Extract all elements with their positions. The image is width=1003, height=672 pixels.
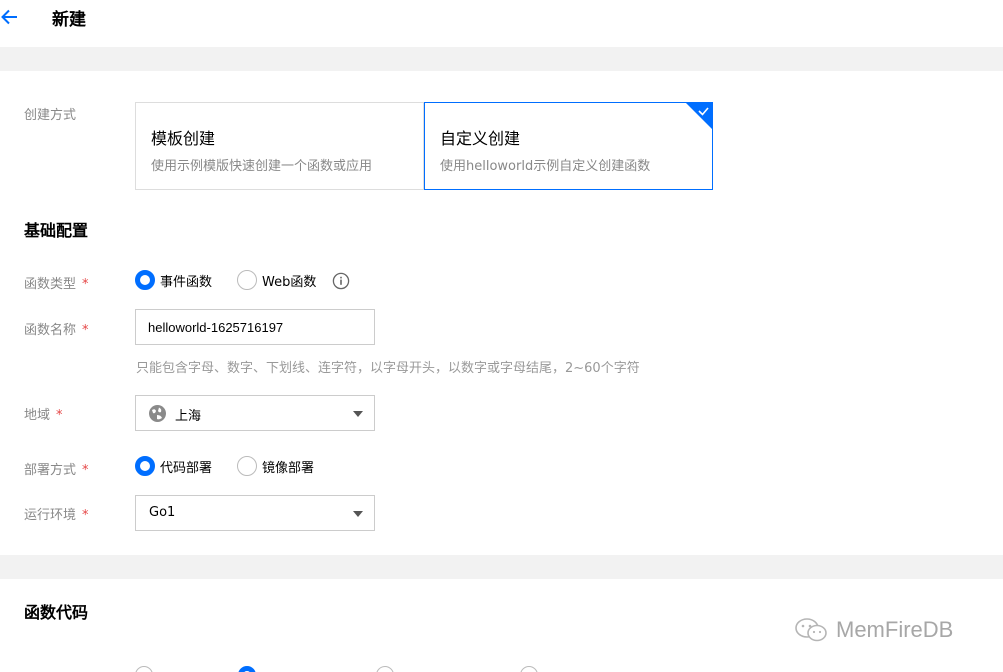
code-option-radio[interactable]: [135, 666, 153, 672]
wechat-icon: [795, 618, 827, 642]
required-mark: *: [82, 277, 89, 292]
basic-config-title: 基础配置: [24, 221, 89, 240]
selected-check-icon: [686, 103, 712, 129]
radio-indicator: [135, 456, 155, 476]
caret-down-icon: [353, 511, 363, 517]
field-label-text: 部署方式: [24, 463, 77, 478]
field-label-text: 运行环境: [24, 508, 77, 523]
required-mark: *: [82, 323, 89, 338]
code-option-radio[interactable]: [376, 666, 394, 672]
field-label-text: 地域: [24, 408, 51, 423]
function-name-label: 函数名称 *: [24, 319, 89, 338]
card-description: 使用helloworld示例自定义创建函数: [440, 159, 651, 174]
region-label: 地域 *: [24, 404, 63, 423]
watermark: MemFireDB: [794, 616, 953, 644]
create-method-label: 创建方式: [24, 108, 77, 123]
radio-indicator: [135, 270, 155, 290]
card-title: 自定义创建: [440, 129, 521, 148]
radio-label: 事件函数: [160, 274, 213, 290]
required-mark: *: [82, 463, 89, 478]
custom-create-card[interactable]: 自定义创建 使用helloworld示例自定义创建函数: [424, 102, 713, 190]
radio-indicator: [237, 456, 257, 476]
function-name-input[interactable]: [135, 309, 375, 345]
radio-label: 代码部署: [160, 460, 213, 476]
function-name-hint: 只能包含字母、数字、下划线、连字符，以字母开头，以数字或字母结尾，2~60个字符: [136, 361, 640, 376]
page-title: 新建: [52, 10, 86, 30]
radio-label: Web函数: [262, 274, 317, 290]
watermark-text: MemFireDB: [836, 617, 954, 642]
radio-label: 镜像部署: [262, 460, 315, 476]
function-code-title: 函数代码: [24, 603, 89, 622]
radio-indicator: [237, 270, 257, 290]
web-function-radio[interactable]: Web函数: [237, 270, 316, 290]
page-header: 新建: [0, 0, 1003, 47]
runtime-label: 运行环境 *: [24, 504, 89, 523]
function-type-label: 函数类型 *: [24, 273, 89, 292]
section-divider: [0, 555, 1003, 579]
region-select[interactable]: 上海: [135, 395, 375, 431]
caret-down-icon: [353, 411, 363, 417]
region-value: 上海: [175, 409, 202, 424]
back-button[interactable]: [0, 6, 22, 28]
template-create-card[interactable]: 模板创建 使用示例模版快速创建一个函数或应用: [135, 102, 424, 190]
code-deploy-radio[interactable]: 代码部署: [135, 456, 212, 476]
card-description: 使用示例模版快速创建一个函数或应用: [151, 159, 373, 174]
field-label-text: 函数名称: [24, 323, 77, 338]
field-label-text: 函数类型: [24, 277, 77, 292]
card-title: 模板创建: [151, 129, 216, 148]
runtime-select[interactable]: Go1: [135, 495, 375, 531]
code-option-radio[interactable]: [520, 666, 538, 672]
info-icon[interactable]: [332, 272, 350, 290]
deploy-method-label: 部署方式 *: [24, 459, 89, 478]
globe-icon: [149, 405, 166, 422]
required-mark: *: [56, 408, 63, 423]
arrow-left-icon: [1, 9, 17, 25]
image-deploy-radio[interactable]: 镜像部署: [237, 456, 314, 476]
code-option-radio[interactable]: [238, 666, 256, 672]
runtime-value: Go1: [149, 505, 176, 520]
section-divider: [0, 47, 1003, 71]
event-function-radio[interactable]: 事件函数: [135, 270, 212, 290]
required-mark: *: [82, 508, 89, 523]
